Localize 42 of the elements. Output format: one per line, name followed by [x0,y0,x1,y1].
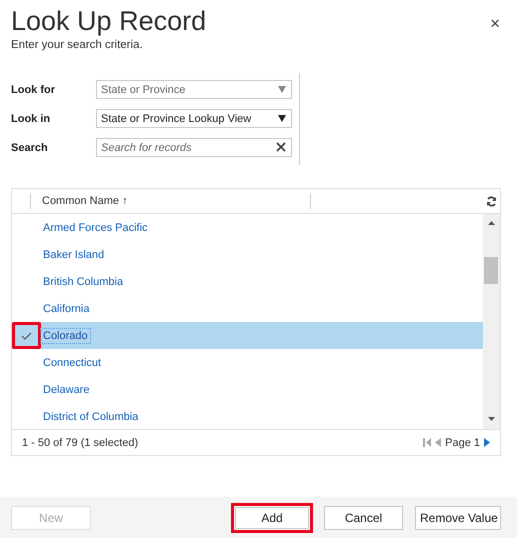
dialog-title: Look Up Record [11,6,206,37]
scroll-thumb[interactable] [484,257,498,284]
checkmark-icon [21,332,32,340]
dialog-button[interactable]: Cancel [324,506,403,530]
table-row[interactable]: Connecticut [12,349,483,376]
table-row[interactable]: Delaware [12,376,483,403]
table-row[interactable]: British Columbia [12,268,483,295]
table-row[interactable]: District of Columbia [12,403,483,429]
record-link[interactable]: British Columbia [41,274,126,288]
dialog-button[interactable]: Add [231,502,313,532]
search-field[interactable]: Search for records [96,138,292,157]
record-link[interactable]: Delaware [41,382,92,396]
field-label: Search [11,142,49,154]
scrollbar[interactable] [483,214,500,429]
record-count: 1 - 50 of 79 (1 selected) [22,436,138,448]
scroll-up-icon [488,221,495,225]
caret-icon [278,115,286,122]
table-row[interactable]: California [12,295,483,322]
caret-icon [278,86,286,93]
field-label: Look for [11,84,56,96]
table-row[interactable]: Baker Island [12,241,483,268]
close-button[interactable]: × [490,10,500,37]
scroll-down-icon [488,417,495,421]
record-link[interactable]: Armed Forces Pacific [41,220,150,234]
record-link[interactable]: Connecticut [41,356,104,370]
column-header[interactable]: Common Name ↑ [31,193,311,209]
refresh-icon[interactable] [486,196,497,206]
selected-row[interactable]: Colorado [12,322,483,349]
previous-page-icon[interactable] [435,438,442,447]
field-label: Look in [11,112,52,124]
first-page-icon[interactable] [423,438,432,447]
next-page-icon[interactable] [484,438,490,447]
record-link[interactable]: Colorado [41,328,90,342]
dialog-button[interactable]: Remove Value [415,506,501,530]
page-number: Page 1 [445,436,480,448]
dialog-subtitle: Enter your search criteria. [11,39,144,51]
record-link[interactable]: District of Columbia [41,410,140,424]
record-link[interactable]: Baker Island [41,248,106,262]
clear-icon[interactable] [276,142,286,152]
record-link[interactable]: California [41,302,92,316]
table-row[interactable]: Armed Forces Pacific [12,214,483,241]
dropdown[interactable]: State or Province Lookup View [96,109,292,128]
